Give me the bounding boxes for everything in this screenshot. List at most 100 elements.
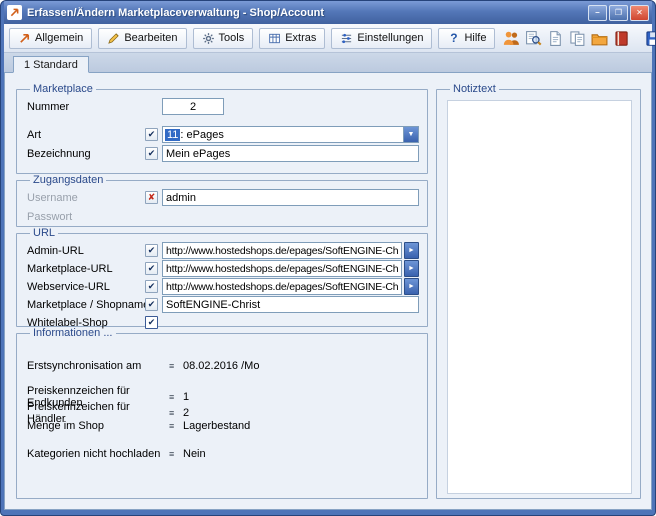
info-label: Menge im Shop xyxy=(27,420,169,432)
nummer-label: Nummer xyxy=(27,101,145,113)
open-url-icon[interactable]: ► xyxy=(404,260,419,277)
form-column: Marketplace Nummer Art ✔ 11 : ePages ▼ xyxy=(16,83,428,499)
passwort-label: Passwort xyxy=(27,211,145,223)
folder-icon[interactable] xyxy=(589,28,609,48)
art-combobox-value: 11 : ePages xyxy=(163,127,403,142)
menu-label: Extras xyxy=(285,32,316,44)
menu-hilfe[interactable]: ? Hilfe xyxy=(438,28,495,49)
users-icon[interactable] xyxy=(501,28,521,48)
invalid-cross-icon[interactable]: ✘ xyxy=(145,191,158,204)
note-column: Notiztext xyxy=(436,83,641,499)
webservice-url-row: Webservice-URL ✔ ► xyxy=(27,278,419,295)
tabstrip: 1 Standard xyxy=(4,53,652,72)
search-icon[interactable] xyxy=(523,28,543,48)
validate-check-icon[interactable]: ✔ xyxy=(145,262,158,275)
info-row: Preiskennzeichen für Endkunden ≡ 1 xyxy=(27,385,419,401)
validate-check-icon[interactable]: ✔ xyxy=(145,244,158,257)
group-url-title: URL xyxy=(30,227,58,239)
validate-check-icon[interactable]: ✔ xyxy=(145,298,158,311)
validate-check-icon[interactable]: ✔ xyxy=(145,280,158,293)
group-notiztext-title: Notiztext xyxy=(450,83,499,95)
minimize-button[interactable]: – xyxy=(588,5,607,21)
marketplace-url-input[interactable] xyxy=(162,260,402,277)
menu-extras[interactable]: Extras xyxy=(259,28,325,49)
menu-tools[interactable]: Tools xyxy=(193,28,254,49)
info-value: 08.02.2016 /Mo xyxy=(183,360,419,372)
dialog-window: Erfassen/Ändern Marketplaceverwaltung - … xyxy=(0,0,656,516)
save-icon[interactable] xyxy=(643,28,656,48)
art-row: Art ✔ 11 : ePages ▼ xyxy=(27,126,419,143)
info-value: Nein xyxy=(183,448,419,460)
arrow-icon xyxy=(18,32,31,45)
info-label: Erstsynchronisation am xyxy=(27,360,169,372)
question-icon: ? xyxy=(447,32,460,45)
bezeichnung-input[interactable] xyxy=(162,145,419,162)
username-row: Username ✘ xyxy=(27,189,419,206)
menu-bearbeiten[interactable]: Bearbeiten xyxy=(98,28,186,49)
art-label: Art xyxy=(27,129,145,141)
dropdown-arrow-icon[interactable]: ▼ xyxy=(403,127,418,142)
menubar: Allgemein Bearbeiten Tools Extras Einste… xyxy=(4,24,652,53)
nummer-fieldcell xyxy=(162,98,419,115)
table-icon xyxy=(268,32,281,45)
marketplace-url-row: Marketplace-URL ✔ ► xyxy=(27,260,419,277)
info-label: Kategorien nicht hochladen xyxy=(27,448,169,460)
marketplace-url-fieldcell: ► xyxy=(162,260,419,277)
info-row: Erstsynchronisation am ≡ 08.02.2016 /Mo xyxy=(27,358,419,374)
sliders-icon xyxy=(340,32,353,45)
group-informationen: Informationen ... Erstsynchronisation am… xyxy=(16,327,428,499)
marketplace-url-label: Marketplace-URL xyxy=(27,263,145,275)
maximize-button[interactable]: ❐ xyxy=(609,5,628,21)
admin-url-input[interactable] xyxy=(162,242,402,259)
open-url-icon[interactable]: ► xyxy=(404,242,419,259)
tab-standard[interactable]: 1 Standard xyxy=(13,56,89,73)
titlebar[interactable]: Erfassen/Ändern Marketplaceverwaltung - … xyxy=(4,1,652,24)
menu-label: Bearbeiten xyxy=(124,32,177,44)
book-icon[interactable] xyxy=(611,28,631,48)
list-bullet-icon: ≡ xyxy=(169,361,183,371)
pencil-icon xyxy=(107,32,120,45)
new-document-icon[interactable] xyxy=(545,28,565,48)
menu-label: Einstellungen xyxy=(357,32,423,44)
bezeichnung-row: Bezeichnung ✔ xyxy=(27,145,419,162)
info-value: Lagerbestand xyxy=(183,420,419,432)
passwort-input[interactable] xyxy=(162,208,419,225)
menu-einstellungen[interactable]: Einstellungen xyxy=(331,28,432,49)
admin-url-row: Admin-URL ✔ ► xyxy=(27,242,419,259)
group-informationen-title: Informationen ... xyxy=(30,327,116,339)
bezeichnung-fieldcell xyxy=(162,145,419,162)
window-title: Erfassen/Ändern Marketplaceverwaltung - … xyxy=(27,7,583,19)
validate-check-icon[interactable]: ✔ xyxy=(145,128,158,141)
toolbar xyxy=(501,28,656,48)
info-row: Preiskennzeichen für Händler ≡ 2 xyxy=(27,401,419,417)
admin-url-label: Admin-URL xyxy=(27,245,145,257)
group-url: URL Admin-URL ✔ ► Marketplace-URL ✔ xyxy=(16,227,428,327)
info-value: 1 xyxy=(183,391,419,403)
validate-check-icon[interactable]: ✔ xyxy=(145,147,158,160)
list-bullet-icon: ≡ xyxy=(169,449,183,459)
menu-label: Allgemein xyxy=(35,32,83,44)
list-bullet-icon: ≡ xyxy=(169,421,183,431)
art-selected-text: 11 xyxy=(165,129,180,141)
window-controls: – ❐ ✕ xyxy=(588,5,649,21)
group-marketplace: Marketplace Nummer Art ✔ 11 : ePages ▼ xyxy=(16,83,428,174)
menu-label: Hilfe xyxy=(464,32,486,44)
bezeichnung-label: Bezeichnung xyxy=(27,148,145,160)
open-url-icon[interactable]: ► xyxy=(404,278,419,295)
username-input[interactable] xyxy=(162,189,419,206)
menu-label: Tools xyxy=(219,32,245,44)
notiztext-area[interactable] xyxy=(447,100,632,494)
nummer-input[interactable] xyxy=(162,98,224,115)
username-label: Username xyxy=(27,192,145,204)
list-bullet-icon: ≡ xyxy=(169,408,183,418)
passwort-row: Passwort xyxy=(27,208,419,225)
menu-allgemein[interactable]: Allgemein xyxy=(9,28,92,49)
shopname-input[interactable] xyxy=(162,296,419,313)
close-button[interactable]: ✕ xyxy=(630,5,649,21)
webservice-url-input[interactable] xyxy=(162,278,402,295)
copy-document-icon[interactable] xyxy=(567,28,587,48)
art-combobox[interactable]: 11 : ePages ▼ xyxy=(162,126,419,143)
webservice-url-label: Webservice-URL xyxy=(27,281,145,293)
shopname-fieldcell xyxy=(162,296,419,313)
username-fieldcell xyxy=(162,189,419,206)
